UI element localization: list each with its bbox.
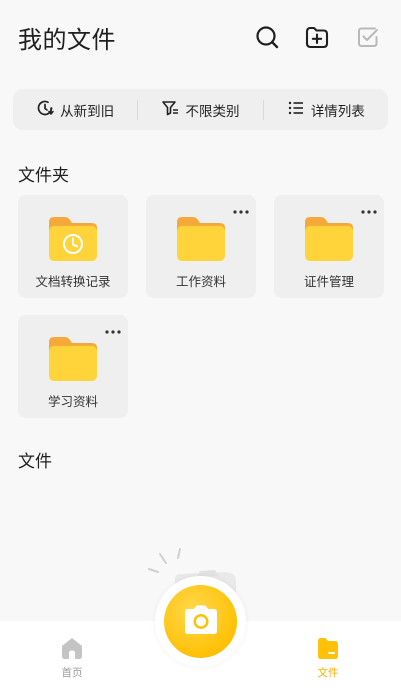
folder-card-study[interactable]: 学习资料 <box>18 315 128 418</box>
sort-filter-toolbar: 从新到旧 不限类别 详情列表 <box>13 89 388 130</box>
nav-files[interactable]: 文件 <box>298 635 358 680</box>
folder-icon <box>47 336 99 381</box>
camera-scan-button[interactable] <box>164 585 237 658</box>
sort-time-icon <box>36 99 60 121</box>
home-icon <box>42 635 102 661</box>
folder-label: 文档转换记录 <box>35 274 111 289</box>
more-options-icon[interactable] <box>232 201 250 214</box>
view-label: 详情列表 <box>310 103 365 120</box>
nav-home-label: 首页 <box>61 667 83 679</box>
more-options-icon[interactable] <box>104 321 122 334</box>
filter-button[interactable]: 不限类别 <box>138 89 262 130</box>
camera-icon <box>181 603 221 641</box>
page-title: 我的文件 <box>18 26 116 54</box>
folder-label: 证件管理 <box>303 274 354 289</box>
clock-folder-icon <box>47 216 99 261</box>
multi-select-icon[interactable] <box>355 24 381 50</box>
sort-button[interactable]: 从新到旧 <box>13 89 137 130</box>
folder-card-work[interactable]: 工作资料 <box>146 195 256 298</box>
nav-home[interactable]: 首页 <box>42 635 102 680</box>
folder-icon <box>303 216 355 261</box>
nav-files-label: 文件 <box>317 667 339 679</box>
folder-card-certificates[interactable]: 证件管理 <box>274 195 384 298</box>
sort-label: 从新到旧 <box>60 103 115 120</box>
more-options-icon[interactable] <box>360 201 378 214</box>
list-view-icon <box>287 99 311 121</box>
folders-section-title: 文件夹 <box>18 166 69 186</box>
view-mode-button[interactable]: 详情列表 <box>264 89 388 130</box>
folder-icon <box>175 216 227 261</box>
header: 我的文件 <box>0 0 401 76</box>
filter-icon <box>161 99 185 121</box>
filter-label: 不限类别 <box>185 103 240 120</box>
folder-card-doc-conversion[interactable]: 文档转换记录 <box>18 195 128 298</box>
search-icon[interactable] <box>254 24 280 50</box>
add-folder-icon[interactable] <box>304 24 330 50</box>
files-folder-icon <box>298 635 358 661</box>
files-section-title: 文件 <box>18 452 52 472</box>
folder-label: 学习资料 <box>47 394 98 409</box>
folder-label: 工作资料 <box>175 274 226 289</box>
